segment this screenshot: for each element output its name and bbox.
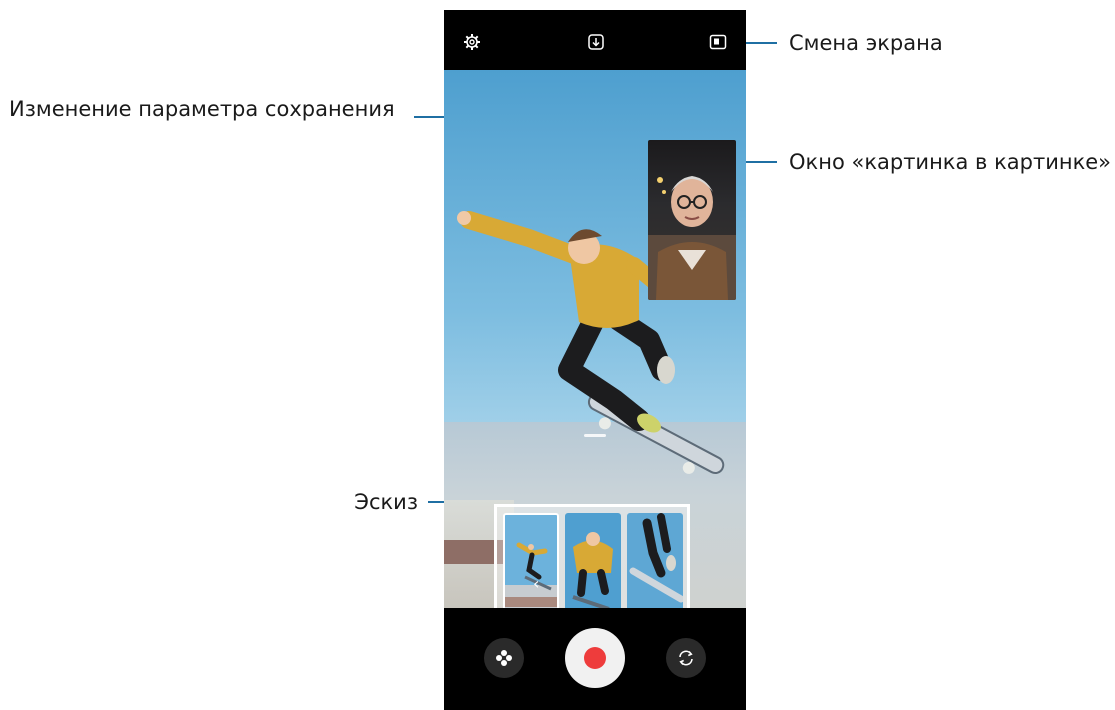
flower-effect-icon[interactable] — [484, 638, 524, 678]
chevron-left-icon[interactable]: ‹ — [533, 574, 539, 593]
thumbnail-label: Эскиз — [354, 490, 418, 514]
camera-viewfinder[interactable]: ‹ — [444, 70, 746, 608]
thumbnail-item[interactable] — [565, 513, 621, 608]
pip-window[interactable] — [648, 140, 736, 300]
split-screen-icon[interactable] — [708, 32, 728, 52]
download-icon[interactable] — [586, 32, 606, 52]
pip-person-image — [648, 176, 736, 300]
thumbnail-item[interactable] — [627, 513, 683, 608]
record-button[interactable] — [565, 628, 625, 688]
pip-window-label: Окно «картинка в картинке» — [789, 150, 1112, 174]
camera-screen: ‹ — [444, 10, 746, 710]
gear-icon[interactable] — [462, 32, 482, 52]
camera-flip-icon[interactable] — [666, 638, 706, 678]
thumbnail-strip[interactable] — [494, 504, 690, 608]
thumbnail-item[interactable] — [503, 513, 559, 608]
save-option-label: Изменение параметра сохранения — [9, 97, 395, 121]
camera-top-bar — [444, 10, 746, 70]
panel-handle[interactable] — [584, 434, 606, 437]
record-icon — [584, 647, 606, 669]
camera-bottom-bar — [444, 608, 746, 710]
screen-switch-label: Смена экрана — [789, 31, 943, 55]
